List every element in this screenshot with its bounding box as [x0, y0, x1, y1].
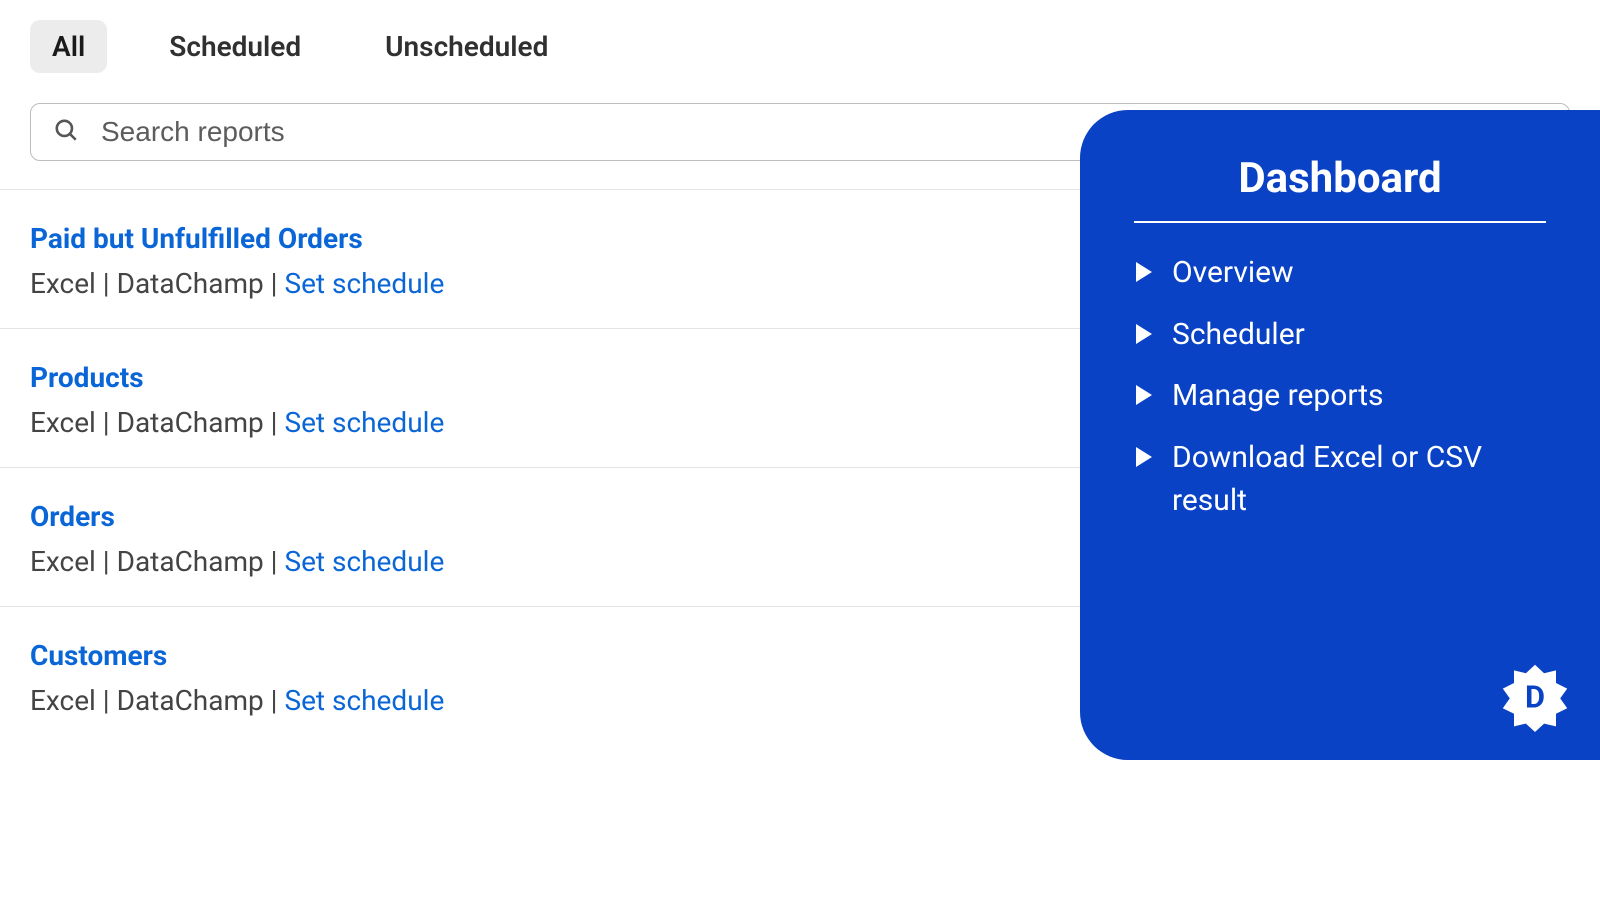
report-meta: Excel | DataChamp | Set schedule: [30, 684, 444, 717]
dashboard-item-label: Scheduler: [1172, 313, 1305, 357]
filter-tabs: All Scheduled Unscheduled: [0, 0, 1600, 93]
report-title-link[interactable]: Orders: [30, 500, 115, 533]
play-icon: [1134, 251, 1154, 295]
set-schedule-link[interactable]: Set schedule: [284, 406, 444, 439]
set-schedule-link[interactable]: Set schedule: [284, 684, 444, 717]
report-source: Excel | DataChamp |: [30, 267, 284, 300]
tab-scheduled[interactable]: Scheduled: [147, 20, 323, 73]
dashboard-item-label: Download Excel or CSV result: [1172, 436, 1546, 523]
dashboard-item-label: Overview: [1172, 251, 1294, 295]
badge-letter: D: [1525, 679, 1545, 716]
tab-unscheduled[interactable]: Unscheduled: [363, 20, 570, 73]
set-schedule-link[interactable]: Set schedule: [284, 545, 444, 578]
play-icon: [1134, 313, 1154, 357]
report-meta: Excel | DataChamp | Set schedule: [30, 406, 444, 439]
report-source: Excel | DataChamp |: [30, 406, 284, 439]
play-icon: [1134, 374, 1154, 418]
report-title-link[interactable]: Products: [30, 361, 144, 394]
dashboard-item-label: Manage reports: [1172, 374, 1384, 418]
tab-all[interactable]: All: [30, 20, 107, 73]
report-source: Excel | DataChamp |: [30, 684, 284, 717]
report-source: Excel | DataChamp |: [30, 545, 284, 578]
search-icon: [53, 117, 79, 147]
dashboard-item-scheduler[interactable]: Scheduler: [1134, 313, 1546, 357]
dashboard-list: Overview Scheduler Manage reports Downlo…: [1134, 251, 1546, 523]
play-icon: [1134, 436, 1154, 480]
report-meta: Excel | DataChamp | Set schedule: [30, 267, 444, 300]
dashboard-item-download[interactable]: Download Excel or CSV result: [1134, 436, 1546, 523]
datachamp-badge-icon: D: [1500, 662, 1570, 732]
dashboard-title: Dashboard: [1134, 154, 1546, 223]
dashboard-item-manage-reports[interactable]: Manage reports: [1134, 374, 1546, 418]
set-schedule-link[interactable]: Set schedule: [284, 267, 444, 300]
report-meta: Excel | DataChamp | Set schedule: [30, 545, 444, 578]
report-title-link[interactable]: Customers: [30, 639, 167, 672]
dashboard-panel: Dashboard Overview Scheduler Manage repo…: [1080, 110, 1600, 760]
dashboard-item-overview[interactable]: Overview: [1134, 251, 1546, 295]
report-title-link[interactable]: Paid but Unfulfilled Orders: [30, 222, 363, 255]
